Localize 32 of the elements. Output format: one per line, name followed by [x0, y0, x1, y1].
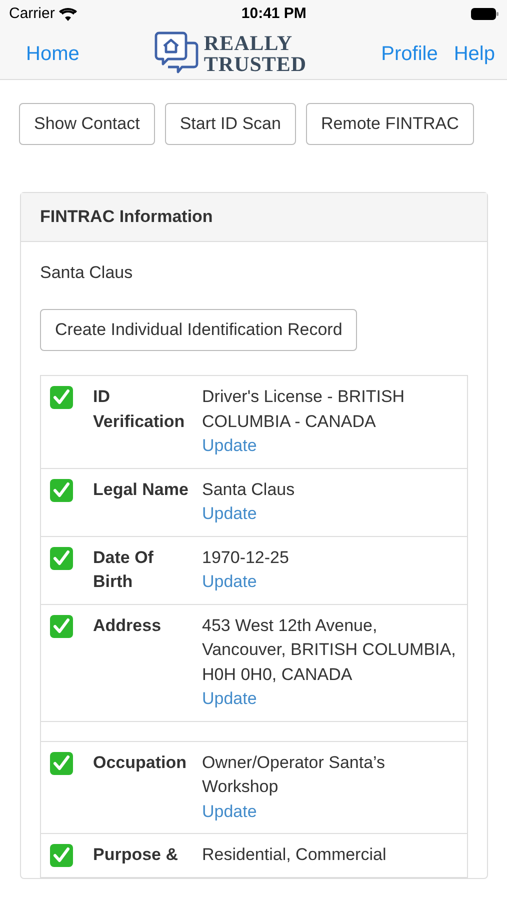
update-link[interactable]: Update	[202, 687, 257, 712]
field-value: Residential, Commercial	[202, 844, 386, 866]
nav-link[interactable]: Profile	[381, 38, 438, 68]
create-record-button[interactable]: Create Individual Identification Record	[40, 309, 358, 351]
field-label: Date Of Birth	[93, 546, 154, 593]
nav-link[interactable]: Help	[454, 38, 495, 68]
action-button[interactable]: Remote FINTRAC	[306, 103, 474, 145]
wifi-icon	[58, 8, 77, 20]
client-name: Santa Claus	[40, 262, 134, 284]
action-button[interactable]: Start ID Scan	[164, 103, 296, 145]
card-header: FINTRAC Information	[21, 193, 487, 242]
carrier-label: Carrier	[9, 4, 55, 24]
field-label: Legal Name	[93, 478, 190, 501]
home-link[interactable]: Home	[26, 38, 80, 68]
field-value: 1970-12-25	[202, 546, 289, 568]
field-label: Occupation	[93, 752, 188, 774]
field-value: 453 West 12th Avenue, Vancouver, BRITISH COLUMBIA, H0H 0H0, CANADA	[202, 614, 457, 686]
update-link[interactable]: Update	[202, 502, 257, 526]
field-label: Purpose &	[93, 844, 180, 866]
logo-text: REALLY	[204, 32, 294, 54]
update-link[interactable]: Update	[202, 800, 257, 824]
time-label: 10:41 PM	[241, 4, 306, 24]
field-label: ID Verification	[93, 386, 186, 432]
battery-icon	[470, 8, 499, 20]
field-label: Address	[93, 614, 162, 636]
field-value: Owner/Operator Santa’s Workshop	[202, 752, 386, 798]
update-link[interactable]: Update	[202, 570, 257, 594]
field-value: Santa Claus	[202, 478, 295, 500]
field-value: Driver's License - BRITISH COLUMBIA - CANADA	[202, 386, 406, 432]
action-button[interactable]: Show Contact	[19, 103, 155, 145]
update-link[interactable]: Update	[202, 434, 257, 458]
logo-text: TRUSTED	[204, 54, 307, 74]
